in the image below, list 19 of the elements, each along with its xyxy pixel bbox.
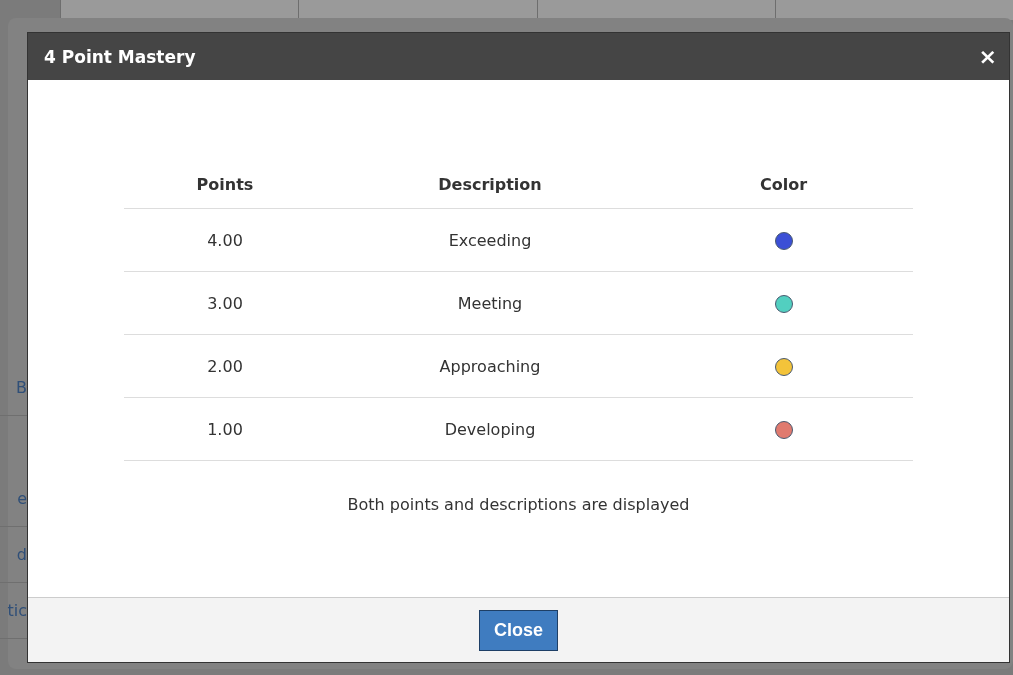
table-cell: Meeting	[457, 293, 523, 313]
column-header: Color	[759, 174, 808, 194]
table-cell: 2.00	[207, 356, 243, 376]
table-cell: 3.00	[207, 293, 243, 313]
table-cell: 4.00	[207, 230, 243, 250]
background-text: e	[17, 489, 27, 508]
dialog-title: 4 Point Mastery	[44, 46, 196, 67]
table-cell: 1.00	[207, 419, 243, 439]
background-text: d	[16, 545, 27, 564]
column-header: Points	[196, 174, 254, 194]
column-header: Description	[438, 174, 542, 194]
table-cell: Approaching	[439, 356, 541, 376]
close-button[interactable]: ×	[978, 44, 997, 69]
background-text: B	[16, 378, 27, 397]
background-text: tic	[7, 601, 27, 620]
close-button[interactable]: Close	[479, 609, 558, 651]
info-text: Both points and descriptions are displayed	[347, 495, 690, 514]
table-cell: Developing	[444, 419, 536, 439]
table-cell: Exceeding	[448, 230, 532, 250]
